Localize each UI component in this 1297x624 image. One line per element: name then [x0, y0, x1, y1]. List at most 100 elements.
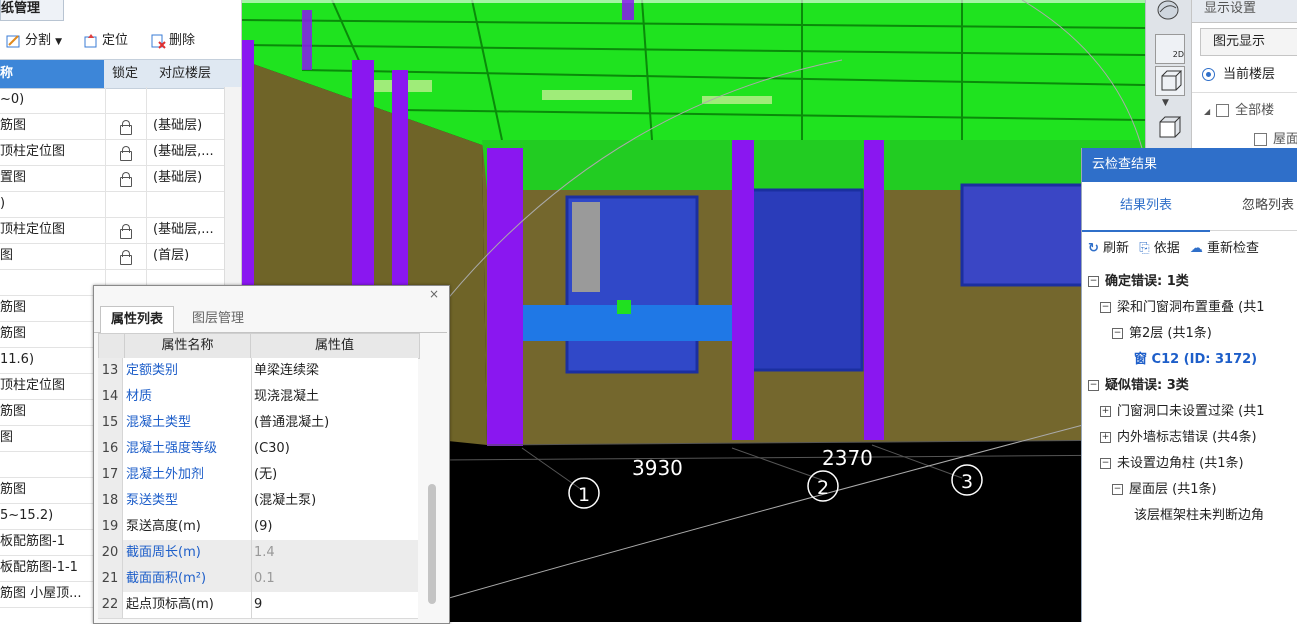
property-name: 泵送类型	[123, 488, 252, 514]
collapse-icon[interactable]: −	[1088, 276, 1099, 287]
scrollbar-thumb[interactable]	[428, 484, 436, 604]
property-value[interactable]: 单梁连续梁	[249, 358, 419, 384]
current-floor-radio[interactable]: 当前楼层	[1202, 64, 1297, 86]
list-item[interactable]: 顶柱定位图 (基础层,...	[0, 217, 224, 244]
lock-cell[interactable]	[105, 165, 146, 191]
tree-node[interactable]: 该层框架柱未判断边角	[1124, 504, 1264, 528]
axis-label-3: 3	[961, 471, 973, 493]
property-value[interactable]: 9	[249, 592, 419, 618]
list-item[interactable]: )	[0, 191, 224, 218]
row-index: 14	[98, 384, 123, 410]
column-floor-header[interactable]: 对应楼层	[146, 60, 224, 88]
row-index: 15	[98, 410, 123, 436]
property-value[interactable]: 1.4	[249, 540, 419, 566]
list-item[interactable]: 图 (首层)	[0, 243, 224, 270]
property-value[interactable]: (普通混凝土)	[249, 410, 419, 436]
drawing-name: 筋图	[0, 482, 27, 497]
lock-cell[interactable]	[105, 87, 146, 113]
tab-result-list[interactable]: 结果列表	[1082, 182, 1210, 232]
lock-cell[interactable]	[105, 243, 146, 269]
tree-node[interactable]: + 门窗洞口未设置过梁 (共1	[1100, 400, 1264, 424]
close-icon[interactable]: ×	[429, 287, 441, 301]
tab-element-display[interactable]: 图元显示	[1200, 28, 1297, 56]
collapse-icon[interactable]: −	[1112, 328, 1123, 339]
property-row[interactable]: 16 混凝土强度等级 (C30)	[98, 436, 418, 463]
drawing-name: 顶柱定位图	[0, 144, 66, 159]
property-value[interactable]: 0.1	[249, 566, 419, 592]
list-item[interactable]: 置图 (基础层)	[0, 165, 224, 192]
lock-cell[interactable]	[105, 191, 146, 217]
collapse-icon[interactable]: −	[1088, 380, 1099, 391]
collapse-icon[interactable]: −	[1100, 302, 1111, 313]
cloud-check-tabs: 结果列表 忽略列表	[1082, 182, 1297, 232]
locate-button[interactable]: 定位	[83, 28, 128, 54]
list-item[interactable]: 筋图 (基础层)	[0, 113, 224, 140]
expand-icon[interactable]: +	[1100, 406, 1111, 417]
tree-node[interactable]: + 内外墙标志错误 (共4条)	[1100, 426, 1257, 450]
tab-layer-management[interactable]: 图层管理	[182, 306, 254, 332]
tree-node[interactable]: − 屋面层 (共1条)	[1112, 478, 1217, 502]
property-row[interactable]: 19 泵送高度(m) (9)	[98, 514, 418, 541]
tree-node[interactable]: 窗 C12 (ID: 3172)	[1124, 348, 1257, 372]
split-button[interactable]: 分割 ▼	[6, 28, 62, 54]
collapse-icon[interactable]: −	[1112, 484, 1123, 495]
lock-cell[interactable]	[105, 113, 146, 139]
delete-icon	[150, 33, 166, 49]
property-scrollbar[interactable]	[424, 334, 440, 620]
lock-icon	[120, 146, 132, 161]
expand-icon[interactable]: +	[1100, 432, 1111, 443]
panel-title: 纸管理	[0, 0, 64, 21]
refresh-button[interactable]: ↻ 刷新	[1088, 241, 1129, 256]
tree-node[interactable]: − 确定错误: 1类	[1088, 270, 1189, 294]
cloud-actions: ↻ 刷新 ⎘ 依据 ☁ 重新检查	[1088, 238, 1259, 260]
lock-icon	[120, 120, 132, 135]
property-row[interactable]: 20 截面周长(m) 1.4	[98, 540, 418, 567]
tree-node-label: 屋面层 (共1条)	[1129, 482, 1217, 497]
column-lock-header[interactable]: 锁定	[105, 60, 145, 88]
roof-item[interactable]: 屋面	[1254, 130, 1297, 150]
radio-selected-icon	[1202, 68, 1215, 81]
view-cube-icon[interactable]	[1155, 113, 1183, 141]
property-row[interactable]: 14 材质 现浇混凝土	[98, 384, 418, 411]
list-item[interactable]: 顶柱定位图 (基础层,...	[0, 139, 224, 166]
lock-icon	[120, 250, 132, 265]
property-row[interactable]: 18 泵送类型 (混凝土泵)	[98, 488, 418, 515]
checkbox-icon	[1254, 133, 1267, 146]
column-name-header[interactable]: 称	[0, 60, 104, 88]
tree-node-label: 内外墙标志错误 (共4条)	[1117, 430, 1257, 445]
tab-ignore-list[interactable]: 忽略列表	[1242, 182, 1297, 230]
dimension-label-1: 3930	[632, 456, 683, 480]
lock-icon	[120, 224, 132, 239]
drawing-name: 筋图 小屋顶...	[0, 586, 82, 601]
tree-node[interactable]: − 梁和门窗洞布置重叠 (共1	[1100, 296, 1264, 320]
property-value[interactable]: (混凝土泵)	[249, 488, 419, 514]
property-row[interactable]: 22 起点顶标高(m) 9	[98, 592, 418, 619]
floor-cell	[146, 191, 231, 217]
property-value[interactable]: 现浇混凝土	[249, 384, 419, 410]
collapse-icon[interactable]: −	[1100, 458, 1111, 469]
property-row[interactable]: 17 混凝土外加剂 (无)	[98, 462, 418, 489]
property-row[interactable]: 13 定额类别 单梁连续梁	[98, 358, 418, 385]
orbit-icon[interactable]	[1155, 0, 1181, 24]
tab-property-list[interactable]: 属性列表	[100, 306, 175, 334]
property-value[interactable]: (无)	[249, 462, 419, 488]
locate-icon	[83, 33, 99, 49]
lock-cell[interactable]	[105, 217, 146, 243]
tree-node[interactable]: − 未设置边角柱 (共1条)	[1100, 452, 1244, 476]
view-2d-button[interactable]: 2D	[1155, 34, 1185, 64]
tree-node[interactable]: − 第2层 (共1条)	[1112, 322, 1212, 346]
basis-button[interactable]: ⎘ 依据	[1139, 241, 1180, 256]
chevron-down-icon[interactable]: ▼	[1162, 98, 1176, 108]
property-value[interactable]: (9)	[249, 514, 419, 540]
property-value[interactable]: (C30)	[249, 436, 419, 462]
lock-cell[interactable]	[105, 139, 146, 165]
recheck-button[interactable]: ☁ 重新检查	[1190, 241, 1259, 256]
property-row[interactable]: 15 混凝土类型 (普通混凝土)	[98, 410, 418, 437]
tree-expand-icon: ◢	[1204, 107, 1211, 116]
all-floors-item[interactable]: ◢ 全部楼	[1204, 100, 1297, 122]
view-3d-box-icon[interactable]	[1155, 66, 1185, 96]
tree-node[interactable]: − 疑似错误: 3类	[1088, 374, 1189, 398]
delete-button[interactable]: 删除	[150, 28, 195, 54]
list-item[interactable]: ~0)	[0, 87, 224, 114]
property-row[interactable]: 21 截面面积(m²) 0.1	[98, 566, 418, 593]
